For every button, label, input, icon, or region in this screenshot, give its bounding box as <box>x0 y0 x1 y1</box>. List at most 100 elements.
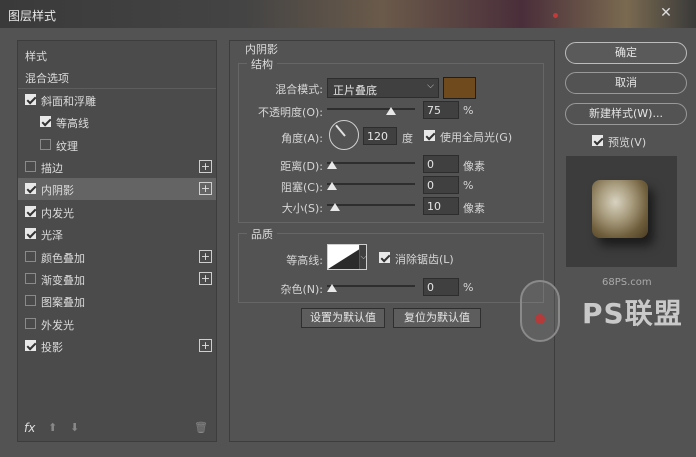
choke-slider-thumb[interactable] <box>327 182 337 190</box>
size-slider-thumb[interactable] <box>330 203 341 211</box>
distance-unit: 像素 <box>463 160 485 173</box>
distance-slider[interactable] <box>327 156 415 170</box>
style-item-11[interactable]: 图案叠加 <box>18 290 216 312</box>
cancel-button[interactable]: 取消 <box>565 72 687 94</box>
style-item-12[interactable]: 外发光 <box>18 313 216 335</box>
angle-input[interactable]: 120 <box>363 127 397 145</box>
add-effect-icon[interactable]: + <box>199 249 212 263</box>
add-effect-icon[interactable]: + <box>199 272 212 285</box>
inner-shadow-panel: 内阴影 结构 混合模式: 正片叠底 ⌵ 不透明度(O): 75 % 角度(A):… <box>229 40 555 442</box>
style-item-5[interactable]: 描边 + <box>18 156 216 178</box>
watermark-site: 68PS.com <box>602 277 652 288</box>
style-item-4[interactable]: 纹理 <box>18 134 216 156</box>
angle-dial-hand[interactable] <box>335 124 346 137</box>
noise-slider-thumb[interactable] <box>327 284 337 292</box>
global-light-label: 使用全局光(G) <box>440 131 513 144</box>
blend-mode-label: 混合模式: <box>275 83 323 96</box>
style-item-checkbox[interactable] <box>25 340 36 352</box>
style-item-checkbox[interactable] <box>25 317 36 329</box>
choke-slider[interactable] <box>327 177 415 191</box>
noise-input[interactable]: 0 <box>423 278 459 296</box>
noise-unit: % <box>463 281 474 294</box>
watermark-brand: PS联盟 <box>582 297 683 330</box>
angle-dial[interactable] <box>329 120 359 150</box>
style-item-2[interactable]: 斜面和浮雕 <box>18 89 216 111</box>
style-item-13[interactable]: 投影 + <box>18 335 216 357</box>
style-item-label: 混合选项 <box>25 72 69 86</box>
distance-slider-thumb[interactable] <box>327 161 337 169</box>
noise-slider[interactable] <box>327 279 415 293</box>
chevron-down-icon[interactable]: ⌵ <box>359 245 366 269</box>
shadow-color-swatch[interactable] <box>443 77 476 99</box>
angle-label: 角度(A): <box>281 132 323 145</box>
quality-title: 品质 <box>247 226 277 242</box>
blend-mode-select[interactable]: 正片叠底 ⌵ <box>327 78 439 98</box>
move-up-icon[interactable]: ⬆ <box>48 421 57 434</box>
antialias-checkbox[interactable]: 消除锯齿(L) <box>379 251 489 266</box>
style-item-label: 样式 <box>25 50 47 63</box>
style-item-6[interactable]: 内阴影 + <box>18 178 216 201</box>
style-item-label: 等高线 <box>56 117 89 131</box>
style-item-3[interactable]: 等高线 <box>18 111 216 133</box>
size-input[interactable]: 10 <box>423 197 459 215</box>
opacity-input[interactable]: 75 <box>423 101 459 119</box>
style-item-checkbox[interactable] <box>25 183 36 195</box>
style-item-checkbox[interactable] <box>25 228 36 240</box>
close-icon[interactable]: ✕ <box>658 5 674 21</box>
style-item-1[interactable]: 混合选项 <box>18 66 216 88</box>
style-item-label: 斜面和浮雕 <box>41 94 96 108</box>
preview-checkbox-box[interactable] <box>592 135 603 146</box>
move-down-icon[interactable]: ⬇ <box>70 421 79 434</box>
style-item-7[interactable]: 内发光 <box>18 201 216 223</box>
trash-icon[interactable]: 🗑 <box>194 421 208 434</box>
preview-tile <box>592 180 648 238</box>
blend-mode-value: 正片叠底 <box>333 84 377 97</box>
new-style-button[interactable]: 新建样式(W)... <box>565 103 687 125</box>
opacity-slider-thumb[interactable] <box>385 107 396 115</box>
reset-default-button[interactable]: 复位为默认值 <box>393 308 481 328</box>
distance-input[interactable]: 0 <box>423 155 459 173</box>
style-item-9[interactable]: 颜色叠加 + <box>18 246 216 268</box>
choke-input[interactable]: 0 <box>423 176 459 194</box>
contour-picker[interactable]: ⌵ <box>327 244 367 270</box>
add-effect-icon[interactable]: + <box>199 182 212 196</box>
add-effect-icon[interactable]: + <box>199 160 212 173</box>
style-item-checkbox[interactable] <box>40 116 51 128</box>
style-item-label: 渐变叠加 <box>41 274 85 287</box>
style-item-checkbox[interactable] <box>25 205 36 217</box>
preview-checkbox[interactable]: 预览(V) <box>592 134 672 149</box>
ok-button[interactable]: 确定 <box>565 42 687 64</box>
global-light-checkbox-box[interactable] <box>424 130 435 141</box>
style-item-label: 描边 <box>41 162 63 175</box>
style-item-checkbox[interactable] <box>25 295 36 307</box>
chevron-down-icon: ⌵ <box>427 81 434 91</box>
fx-icon[interactable]: fx <box>24 421 35 435</box>
opacity-slider[interactable] <box>327 102 415 116</box>
watermark: 68PS.com PS联盟 <box>520 272 690 352</box>
contour-label: 等高线: <box>286 254 323 267</box>
antialias-checkbox-box[interactable] <box>379 252 390 263</box>
choke-unit: % <box>463 179 474 192</box>
section-title: 内阴影 <box>245 43 278 56</box>
style-preview <box>566 156 677 267</box>
distance-label: 距离(D): <box>280 160 323 173</box>
style-item-checkbox[interactable] <box>25 93 36 105</box>
structure-title: 结构 <box>247 56 277 72</box>
style-item-checkbox[interactable] <box>25 161 36 172</box>
watermark-logo-icon <box>520 280 560 342</box>
style-item-0[interactable]: 样式 <box>18 44 216 66</box>
style-item-checkbox[interactable] <box>40 138 51 150</box>
size-label: 大小(S): <box>281 202 323 215</box>
style-item-label: 图案叠加 <box>41 296 85 310</box>
add-effect-icon[interactable]: + <box>199 339 212 353</box>
set-default-button[interactable]: 设置为默认值 <box>301 308 385 328</box>
style-item-label: 内阴影 <box>41 184 74 198</box>
style-item-checkbox[interactable] <box>25 273 36 284</box>
noise-label: 杂色(N): <box>280 283 323 296</box>
angle-unit: 度 <box>402 132 413 145</box>
style-item-10[interactable]: 渐变叠加 + <box>18 268 216 290</box>
global-light-checkbox[interactable]: 使用全局光(G) <box>424 129 544 144</box>
style-item-8[interactable]: 光泽 <box>18 223 216 245</box>
size-slider[interactable] <box>327 198 415 212</box>
style-item-checkbox[interactable] <box>25 250 36 262</box>
